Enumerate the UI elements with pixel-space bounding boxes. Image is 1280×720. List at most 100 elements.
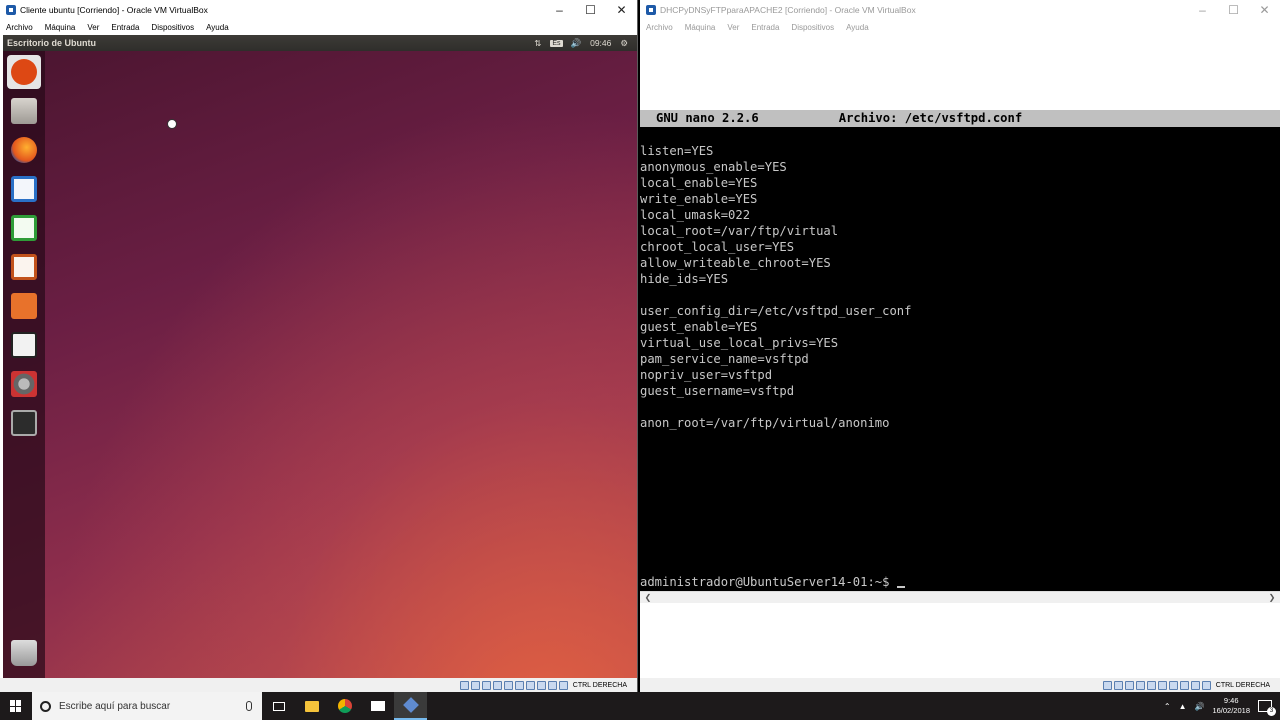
menu-ayuda[interactable]: Ayuda — [846, 23, 869, 32]
volume-icon[interactable]: 🔊 — [1194, 702, 1204, 711]
optical-drive-icon[interactable] — [470, 680, 480, 690]
config-line — [640, 399, 912, 415]
hdd-icon[interactable] — [1102, 680, 1112, 690]
text-cursor — [896, 586, 905, 588]
minimize-icon[interactable]: – — [1187, 3, 1218, 17]
shared-folders-icon[interactable] — [514, 680, 524, 690]
shared-folders-icon[interactable] — [1157, 680, 1167, 690]
virtualbox-taskbar-button[interactable] — [394, 692, 427, 720]
network-adapter-icon[interactable] — [1135, 680, 1145, 690]
server-console[interactable]: GNU nano 2.2.6 Archivo: /etc/vsftpd.conf … — [640, 110, 1280, 591]
nano-filename: Archivo: /etc/vsftpd.conf — [838, 111, 1023, 125]
mouse-integration-icon[interactable] — [558, 680, 568, 690]
window-titlebar[interactable]: DHCPyDNSyFTPparaAPACHE2 [Corriendo] - Or… — [640, 0, 1280, 20]
close-icon[interactable]: ✕ — [1249, 3, 1280, 17]
ubuntu-top-panel: Escritorio de Ubuntu ⇅ Es 🔊 09:46 ⚙ — [3, 35, 637, 51]
maximize-icon[interactable]: ☐ — [1218, 3, 1249, 17]
menu-ayuda[interactable]: Ayuda — [206, 23, 229, 32]
virtualbox-window-ubuntu-client[interactable]: Cliente ubuntu [Corriendo] - Oracle VM V… — [0, 0, 638, 692]
wifi-icon[interactable]: ▲ — [1179, 702, 1187, 711]
video-capture-icon[interactable] — [536, 680, 546, 690]
files-icon — [11, 98, 37, 124]
config-line: allow_writeable_chroot=YES — [640, 256, 831, 270]
terminal-icon — [11, 410, 37, 436]
menu-dispositivos[interactable]: Dispositivos — [791, 23, 834, 32]
task-view-button[interactable] — [262, 692, 295, 720]
scroll-right-icon[interactable]: ❯ — [1266, 592, 1278, 603]
writer-icon — [11, 176, 37, 202]
launcher-firefox[interactable] — [7, 133, 41, 167]
launcher-trash[interactable] — [7, 636, 41, 670]
taskbar-clock[interactable]: 9:46 16/02/2018 — [1212, 696, 1250, 716]
file-explorer-button[interactable] — [295, 692, 328, 720]
volume-icon[interactable]: 🔊 — [571, 38, 582, 49]
mouse-integration-icon[interactable] — [1201, 680, 1211, 690]
usb-icon[interactable] — [503, 680, 513, 690]
chevron-up-icon[interactable]: ⌃ — [1164, 702, 1171, 711]
virtualbox-icon — [646, 5, 656, 15]
virtualbox-icon — [402, 697, 419, 713]
menu-archivo[interactable]: Archivo — [6, 23, 33, 32]
launcher-system-settings[interactable] — [7, 367, 41, 401]
display-icon[interactable] — [1168, 680, 1178, 690]
display-icon[interactable] — [525, 680, 535, 690]
mail-icon — [370, 701, 385, 711]
menu-entrada[interactable]: Entrada — [751, 23, 779, 32]
menu-maquina[interactable]: Máquina — [685, 23, 716, 32]
maximize-icon[interactable]: ☐ — [575, 3, 606, 17]
window-title: DHCPyDNSyFTPparaAPACHE2 [Corriendo] - Or… — [660, 5, 916, 15]
horizontal-scrollbar[interactable]: ❮ ❯ — [640, 591, 1280, 603]
launcher-impress[interactable] — [7, 250, 41, 284]
menu-dispositivos[interactable]: Dispositivos — [151, 23, 194, 32]
close-icon[interactable]: ✕ — [606, 3, 637, 17]
calc-icon — [11, 215, 37, 241]
launcher-terminal[interactable] — [7, 406, 41, 440]
launcher-writer[interactable] — [7, 172, 41, 206]
audio-icon[interactable] — [481, 680, 491, 690]
menu-ver[interactable]: Ver — [87, 23, 99, 32]
config-line: anon_root=/var/ftp/virtual/anonimo — [640, 416, 890, 430]
mail-button[interactable] — [361, 692, 394, 720]
gear-icon[interactable]: ⚙ — [620, 38, 628, 49]
network-adapter-icon[interactable] — [492, 680, 502, 690]
menu-entrada[interactable]: Entrada — [111, 23, 139, 32]
usb-icon[interactable] — [1146, 680, 1156, 690]
ubuntu-panel-title: Escritorio de Ubuntu — [7, 38, 97, 48]
keyboard-layout-indicator[interactable]: Es — [550, 39, 563, 47]
impress-icon — [11, 254, 37, 280]
video-capture-icon[interactable] — [1179, 680, 1189, 690]
cpu-icon[interactable] — [1190, 680, 1200, 690]
network-icon[interactable]: ⇅ — [534, 38, 541, 49]
menu-ver[interactable]: Ver — [727, 23, 739, 32]
start-button[interactable] — [0, 692, 32, 720]
taskbar-search-box[interactable]: Escribe aquí para buscar — [32, 692, 262, 720]
menu-maquina[interactable]: Máquina — [45, 23, 76, 32]
chrome-button[interactable] — [328, 692, 361, 720]
virtualbox-window-ubuntu-server[interactable]: DHCPyDNSyFTPparaAPACHE2 [Corriendo] - Or… — [640, 0, 1280, 692]
hdd-icon[interactable] — [459, 680, 469, 690]
ubuntu-desktop[interactable] — [3, 51, 637, 678]
scroll-left-icon[interactable]: ❮ — [642, 592, 654, 603]
launcher-dash-home[interactable] — [7, 55, 41, 89]
cortana-icon — [40, 700, 51, 712]
audio-icon[interactable] — [1124, 680, 1134, 690]
launcher-amazon[interactable] — [7, 328, 41, 362]
minimize-icon[interactable]: – — [544, 3, 575, 17]
config-line: hide_ids=YES — [640, 272, 729, 286]
shell-prompt-line[interactable]: administrador@UbuntuServer14-01:~$ — [640, 574, 905, 590]
cpu-icon[interactable] — [547, 680, 557, 690]
launcher-files[interactable] — [7, 94, 41, 128]
launcher-software-center[interactable] — [7, 289, 41, 323]
microphone-icon[interactable] — [246, 701, 252, 711]
config-line: local_enable=YES — [640, 176, 758, 190]
action-center-icon[interactable]: 3 — [1258, 700, 1276, 716]
launcher-calc[interactable] — [7, 211, 41, 245]
config-line: user_config_dir=/etc/vsftpd_user_conf — [640, 304, 912, 318]
chrome-icon — [337, 699, 352, 713]
ubuntu-clock[interactable]: 09:46 — [590, 38, 611, 48]
menu-archivo[interactable]: Archivo — [646, 23, 673, 32]
optical-drive-icon[interactable] — [1113, 680, 1123, 690]
config-line: guest_username=vsftpd — [640, 384, 795, 398]
window-titlebar[interactable]: Cliente ubuntu [Corriendo] - Oracle VM V… — [0, 0, 637, 20]
nano-header: GNU nano 2.2.6 Archivo: /etc/vsftpd.conf — [640, 110, 1280, 127]
